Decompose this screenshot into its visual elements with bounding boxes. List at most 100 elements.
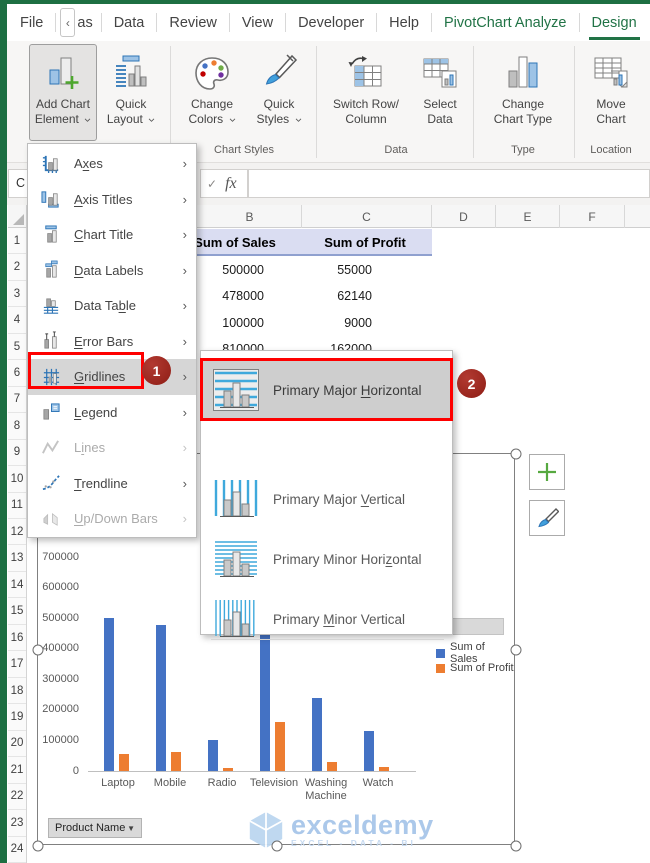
menu-item-chart-title[interactable]: Chart Title › <box>28 217 196 253</box>
row-header-8[interactable]: 8 <box>8 413 26 440</box>
change-colors-icon <box>192 49 232 97</box>
ribbon-button-quick-layout[interactable]: Quick Layout <box>100 44 162 141</box>
row-header-9[interactable]: 9 <box>8 440 26 467</box>
submenu-item-primary-minor-vertical[interactable]: Primary Minor Vertical <box>202 589 452 649</box>
pivot-cell-sales[interactable]: 500000 <box>198 256 264 283</box>
chart-styles-brush-button[interactable] <box>529 500 565 536</box>
row-header-17[interactable]: 17 <box>8 651 26 678</box>
tab-developer[interactable]: Developer <box>286 5 376 41</box>
ribbon-button-quick-styles[interactable]: Quick Styles <box>248 44 310 141</box>
lines-icon <box>42 440 59 454</box>
bar-profit-mobile[interactable] <box>171 752 181 771</box>
tab-help[interactable]: Help <box>377 5 431 41</box>
pivot-cell-profit[interactable]: 9000 <box>292 309 372 336</box>
menu-item-lines[interactable]: Lines › <box>28 430 196 466</box>
tab-view[interactable]: View <box>230 5 285 41</box>
row-header-22[interactable]: 22 <box>8 784 26 811</box>
row-header-18[interactable]: 18 <box>8 678 26 705</box>
bar-profit-watch[interactable] <box>379 767 389 771</box>
column-header-b[interactable]: B <box>198 205 302 228</box>
tab-design[interactable]: Design <box>580 5 649 41</box>
selection-handle[interactable] <box>32 644 44 656</box>
row-header-19[interactable]: 19 <box>8 704 26 731</box>
scroll-left-icon[interactable]: ‹ <box>60 8 76 37</box>
tab-review[interactable]: Review <box>157 5 229 41</box>
row-header-2[interactable]: 2 <box>8 254 26 281</box>
menu-item-legend[interactable]: Legend › <box>28 395 196 431</box>
column-header-f[interactable]: F <box>560 205 625 228</box>
pivot-cell-sales[interactable]: 478000 <box>198 283 264 310</box>
column-header-d[interactable]: D <box>432 205 496 228</box>
row-header-20[interactable]: 20 <box>8 731 26 758</box>
menu-item-axis-titles[interactable]: Axis Titles › <box>28 182 196 218</box>
submenu-arrow-icon: › <box>182 404 187 420</box>
selection-handle[interactable] <box>271 840 283 852</box>
row-header-16[interactable]: 16 <box>8 625 26 652</box>
bar-sales-watch[interactable] <box>364 731 374 771</box>
switch-row-column-icon <box>346 49 386 97</box>
menu-item-axes[interactable]: Axes › <box>28 146 196 182</box>
bar-profit-washing-machine[interactable] <box>327 761 337 771</box>
submenu-item-primary-major-vertical[interactable]: Primary Major Vertical <box>202 469 452 529</box>
row-header-10[interactable]: 10 <box>8 466 26 493</box>
bar-sales-washing-machine[interactable] <box>312 697 322 771</box>
legend-item[interactable]: Sum of Profit <box>436 662 514 674</box>
menu-item-up-down-bars[interactable]: Up/Down Bars › <box>28 501 196 537</box>
pivot-cell-profit[interactable]: 62140 <box>292 283 372 310</box>
row-header-6[interactable]: 6 <box>8 360 26 387</box>
column-header-c[interactable]: C <box>302 205 432 228</box>
select-all-corner[interactable] <box>8 205 27 228</box>
bar-profit-television[interactable] <box>275 721 285 771</box>
ribbon-button-change-chart-type[interactable]: Change Chart Type <box>478 44 568 141</box>
row-headers[interactable]: 1 2 3 4 5 6 7 8 9 10 11 12 13 14 15 16 17 18 19 20 21 22 23 24 <box>8 228 27 863</box>
selection-handle[interactable] <box>510 840 522 852</box>
pivot-cell-sales[interactable]: 100000 <box>198 309 264 336</box>
selection-handle[interactable] <box>510 644 522 656</box>
tab-data[interactable]: Data <box>102 5 157 41</box>
chart-elements-plus-button[interactable] <box>529 454 565 490</box>
ribbon-button-label: Select Data <box>423 97 457 126</box>
row-header-23[interactable]: 23 <box>8 810 26 837</box>
bar-sales-mobile[interactable] <box>156 624 166 771</box>
row-header-13[interactable]: 13 <box>8 546 26 572</box>
menu-item-data-labels[interactable]: Data Labels › <box>28 253 196 289</box>
bar-profit-laptop[interactable] <box>119 754 129 771</box>
selection-handle[interactable] <box>510 448 522 460</box>
product-name-filter-button[interactable]: Product Name ▼ <box>48 818 142 838</box>
menu-item-trendline[interactable]: Trendline › <box>28 466 196 502</box>
row-header-1[interactable]: 1 <box>8 228 26 255</box>
ribbon-button-switch-row-column[interactable]: Switch Row/Column <box>322 44 410 141</box>
row-header-24[interactable]: 24 <box>8 837 26 863</box>
row-header-15[interactable]: 15 <box>8 598 26 625</box>
row-header-7[interactable]: 7 <box>8 387 26 414</box>
row-header-5[interactable]: 5 <box>8 334 26 361</box>
bar-sales-radio[interactable] <box>208 740 218 771</box>
row-header-11[interactable]: 11 <box>8 493 26 520</box>
row-header-12[interactable]: 12 <box>8 519 26 546</box>
formula-input[interactable] <box>248 169 650 198</box>
submenu-item-primary-minor-horizontal[interactable]: Primary Minor Horizontal <box>202 529 452 589</box>
menu-item-data-table[interactable]: Data Table › <box>28 288 196 324</box>
selection-handle[interactable] <box>32 840 44 852</box>
row-header-4[interactable]: 4 <box>8 307 26 334</box>
bar-sales-laptop[interactable] <box>104 618 114 771</box>
ribbon-button-move-chart[interactable]: Move Chart <box>578 44 644 141</box>
tab-file[interactable]: File <box>8 5 55 41</box>
row-header-3[interactable]: 3 <box>8 281 26 308</box>
tab-pivotchart-analyze[interactable]: PivotChart Analyze <box>432 5 579 41</box>
ribbon-button-label: Change Colors <box>188 97 235 127</box>
bar-profit-radio[interactable] <box>223 768 233 771</box>
ribbon-button-add-chart-element[interactable]: Add Chart Element <box>29 44 97 141</box>
ribbon-button-select-data[interactable]: Select Data <box>410 44 470 141</box>
tab-as-partial[interactable]: ‹ as <box>56 5 100 41</box>
submenu-arrow-icon: › <box>182 191 187 207</box>
pivot-cell-profit[interactable]: 55000 <box>292 256 372 283</box>
column-header-e[interactable]: E <box>496 205 560 228</box>
pivot-header-cell[interactable]: Sum of Profit <box>300 229 430 256</box>
fx-icon[interactable]: fx <box>225 175 237 193</box>
annotation-badge-2: 2 <box>457 369 486 398</box>
enter-check-icon[interactable]: ✓ <box>207 177 217 191</box>
ribbon-button-change-colors[interactable]: Change Colors <box>178 44 246 141</box>
row-header-21[interactable]: 21 <box>8 757 26 784</box>
row-header-14[interactable]: 14 <box>8 572 26 599</box>
